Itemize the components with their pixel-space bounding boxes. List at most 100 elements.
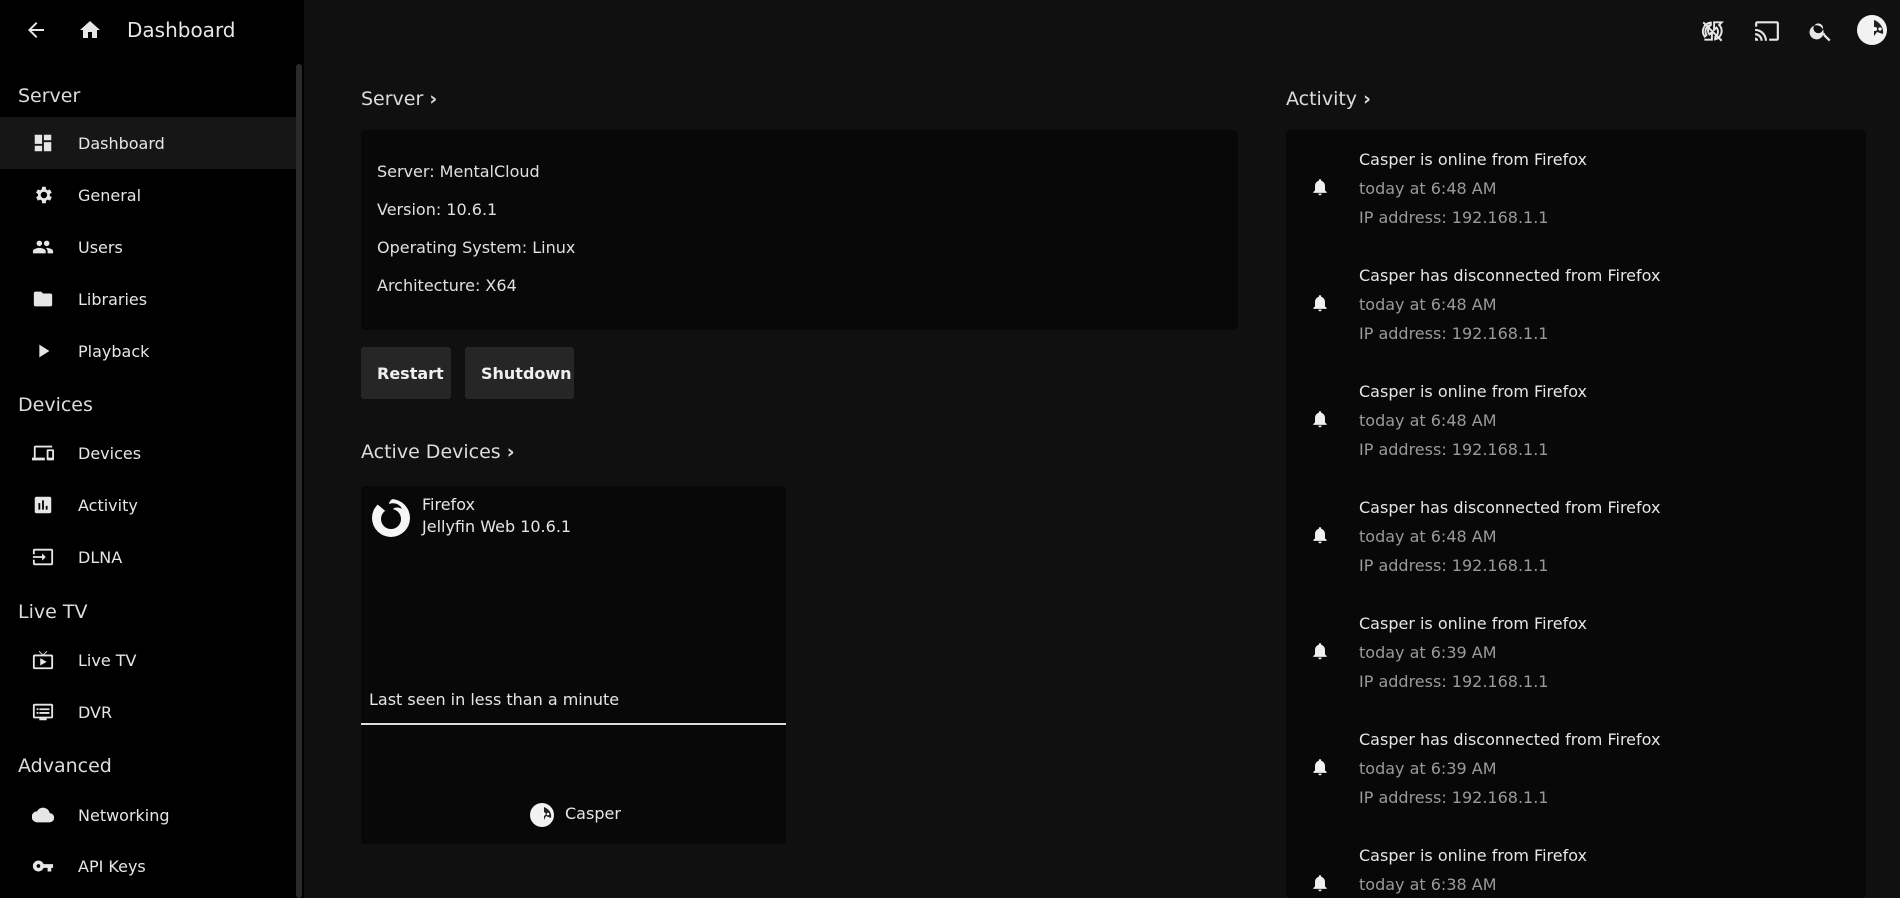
sidebar-item-label: DLNA <box>78 547 123 567</box>
shutdown-button[interactable]: Shutdown <box>465 347 574 399</box>
bell-icon <box>1313 875 1327 892</box>
activity-entry[interactable]: Casper has disconnected from Firefox tod… <box>1286 478 1866 594</box>
sidebar-item-dvr[interactable]: DVR <box>0 686 296 738</box>
chevron-right-icon: › <box>1363 88 1371 110</box>
cloud-icon <box>32 807 54 823</box>
device-user-name: Casper <box>565 804 621 823</box>
user-avatar-icon <box>530 803 554 827</box>
activity-text: Casper is online from Firefox <box>1359 846 1588 865</box>
dvr-icon <box>32 703 54 721</box>
sidebar-item-activity[interactable]: Activity <box>0 479 296 531</box>
sync-icon[interactable] <box>1700 18 1726 44</box>
activity-ip: IP address: 192.168.1.1 <box>1359 324 1549 343</box>
activity-text: Casper has disconnected from Firefox <box>1359 730 1661 749</box>
sidebar-item-label: Playback <box>78 341 150 361</box>
sidebar-item-api-keys[interactable]: API Keys <box>0 840 296 892</box>
gear-icon <box>36 186 52 204</box>
bell-icon <box>1313 179 1327 196</box>
sidebar-scrollbar[interactable] <box>296 64 302 898</box>
search-icon[interactable] <box>1808 18 1834 44</box>
section-server: Server <box>18 85 81 107</box>
sidebar-item-label: Dashboard <box>78 133 165 153</box>
sidebar-item-users[interactable]: Users <box>0 221 296 273</box>
activity-time: today at 6:48 AM <box>1359 295 1497 314</box>
play-icon <box>39 344 50 358</box>
back-arrow-icon[interactable] <box>24 18 48 42</box>
section-devices: Devices <box>18 394 93 416</box>
activity-entry[interactable]: Casper has disconnected from Firefox tod… <box>1286 246 1866 362</box>
device-last-seen: Last seen in less than a minute <box>369 690 620 709</box>
activity-section-title[interactable]: Activity › <box>1286 88 1371 110</box>
activity-text: Casper has disconnected from Firefox <box>1359 266 1661 285</box>
bell-icon <box>1313 643 1327 660</box>
activity-text: Casper is online from Firefox <box>1359 382 1588 401</box>
bell-icon <box>1313 411 1327 428</box>
sidebar-item-devices[interactable]: Devices <box>0 427 296 479</box>
chart-icon <box>34 496 52 514</box>
activity-text: Casper has disconnected from Firefox <box>1359 498 1661 517</box>
server-section-title[interactable]: Server › <box>361 88 437 110</box>
active-devices-title-label: Active Devices <box>361 441 501 463</box>
sidebar-item-live-tv[interactable]: Live TV <box>0 634 296 686</box>
activity-list: Casper is online from Firefox today at 6… <box>1286 130 1866 898</box>
activity-time: today at 6:38 AM <box>1359 875 1497 894</box>
restart-button[interactable]: Restart <box>361 347 451 399</box>
activity-ip: IP address: 192.168.1.1 <box>1359 788 1549 807</box>
live-tv-icon <box>32 650 54 670</box>
sidebar-item-label: Live TV <box>78 650 137 670</box>
activity-entry[interactable]: Casper is online from Firefox today at 6… <box>1286 826 1866 898</box>
activity-ip: IP address: 192.168.1.1 <box>1359 556 1549 575</box>
active-devices-section-title[interactable]: Active Devices › <box>361 441 515 463</box>
activity-entry[interactable]: Casper is online from Firefox today at 6… <box>1286 130 1866 246</box>
bell-icon <box>1313 759 1327 776</box>
folder-icon <box>33 291 53 307</box>
bell-icon <box>1313 295 1327 312</box>
sidebar-item-label: API Keys <box>78 856 146 876</box>
sidebar-item-general[interactable]: General <box>0 169 296 221</box>
sidebar-item-label: Libraries <box>78 289 148 309</box>
activity-text: Casper is online from Firefox <box>1359 150 1588 169</box>
avatar[interactable] <box>1856 14 1888 46</box>
activity-ip: IP address: 192.168.1.1 <box>1359 440 1549 459</box>
sidebar: Dashboard Server Dashboard General Users… <box>0 0 304 898</box>
cast-icon[interactable] <box>1754 18 1780 44</box>
sidebar-item-libraries[interactable]: Libraries <box>0 273 296 325</box>
activity-time: today at 6:48 AM <box>1359 179 1497 198</box>
sidebar-item-label: Networking <box>78 805 170 825</box>
activity-ip: IP address: 192.168.1.1 <box>1359 672 1549 691</box>
activity-entry[interactable]: Casper is online from Firefox today at 6… <box>1286 362 1866 478</box>
server-architecture: Architecture: X64 <box>377 276 517 295</box>
server-title-label: Server <box>361 88 424 110</box>
firefox-icon <box>372 497 410 537</box>
activity-entry[interactable]: Casper is online from Firefox today at 6… <box>1286 594 1866 710</box>
sidebar-item-playback[interactable]: Playback <box>0 325 296 377</box>
sidebar-item-networking[interactable]: Networking <box>0 789 296 841</box>
chevron-right-icon: › <box>506 441 515 463</box>
sidebar-item-dashboard[interactable]: Dashboard <box>0 117 296 169</box>
activity-ip: IP address: 192.168.1.1 <box>1359 208 1549 227</box>
sidebar-item-label: General <box>78 185 142 205</box>
device-app-version: Jellyfin Web 10.6.1 <box>422 517 572 536</box>
activity-time: today at 6:39 AM <box>1359 759 1497 778</box>
activity-entry[interactable]: Casper has disconnected from Firefox tod… <box>1286 710 1866 826</box>
chevron-right-icon: › <box>429 88 438 110</box>
dashboard-icon <box>34 134 52 152</box>
server-version: Version: 10.6.1 <box>377 200 498 219</box>
divider <box>361 723 786 725</box>
activity-time: today at 6:39 AM <box>1359 643 1497 662</box>
users-icon <box>32 240 54 254</box>
header-title: Dashboard <box>127 18 236 42</box>
sidebar-item-dlna[interactable]: DLNA <box>0 531 296 583</box>
activity-time: today at 6:48 AM <box>1359 411 1497 430</box>
section-advanced: Advanced <box>18 755 112 777</box>
key-icon <box>32 860 54 872</box>
device-name: Firefox <box>422 495 475 514</box>
server-name: Server: MentalCloud <box>377 162 540 181</box>
device-card[interactable]: Firefox Jellyfin Web 10.6.1 Last seen in… <box>361 486 786 844</box>
server-os: Operating System: Linux <box>377 238 576 257</box>
home-icon[interactable] <box>78 18 102 42</box>
sidebar-item-label: Devices <box>78 443 142 463</box>
sidebar-item-label: Users <box>78 237 123 257</box>
activity-text: Casper is online from Firefox <box>1359 614 1588 633</box>
sidebar-item-label: DVR <box>78 702 113 722</box>
